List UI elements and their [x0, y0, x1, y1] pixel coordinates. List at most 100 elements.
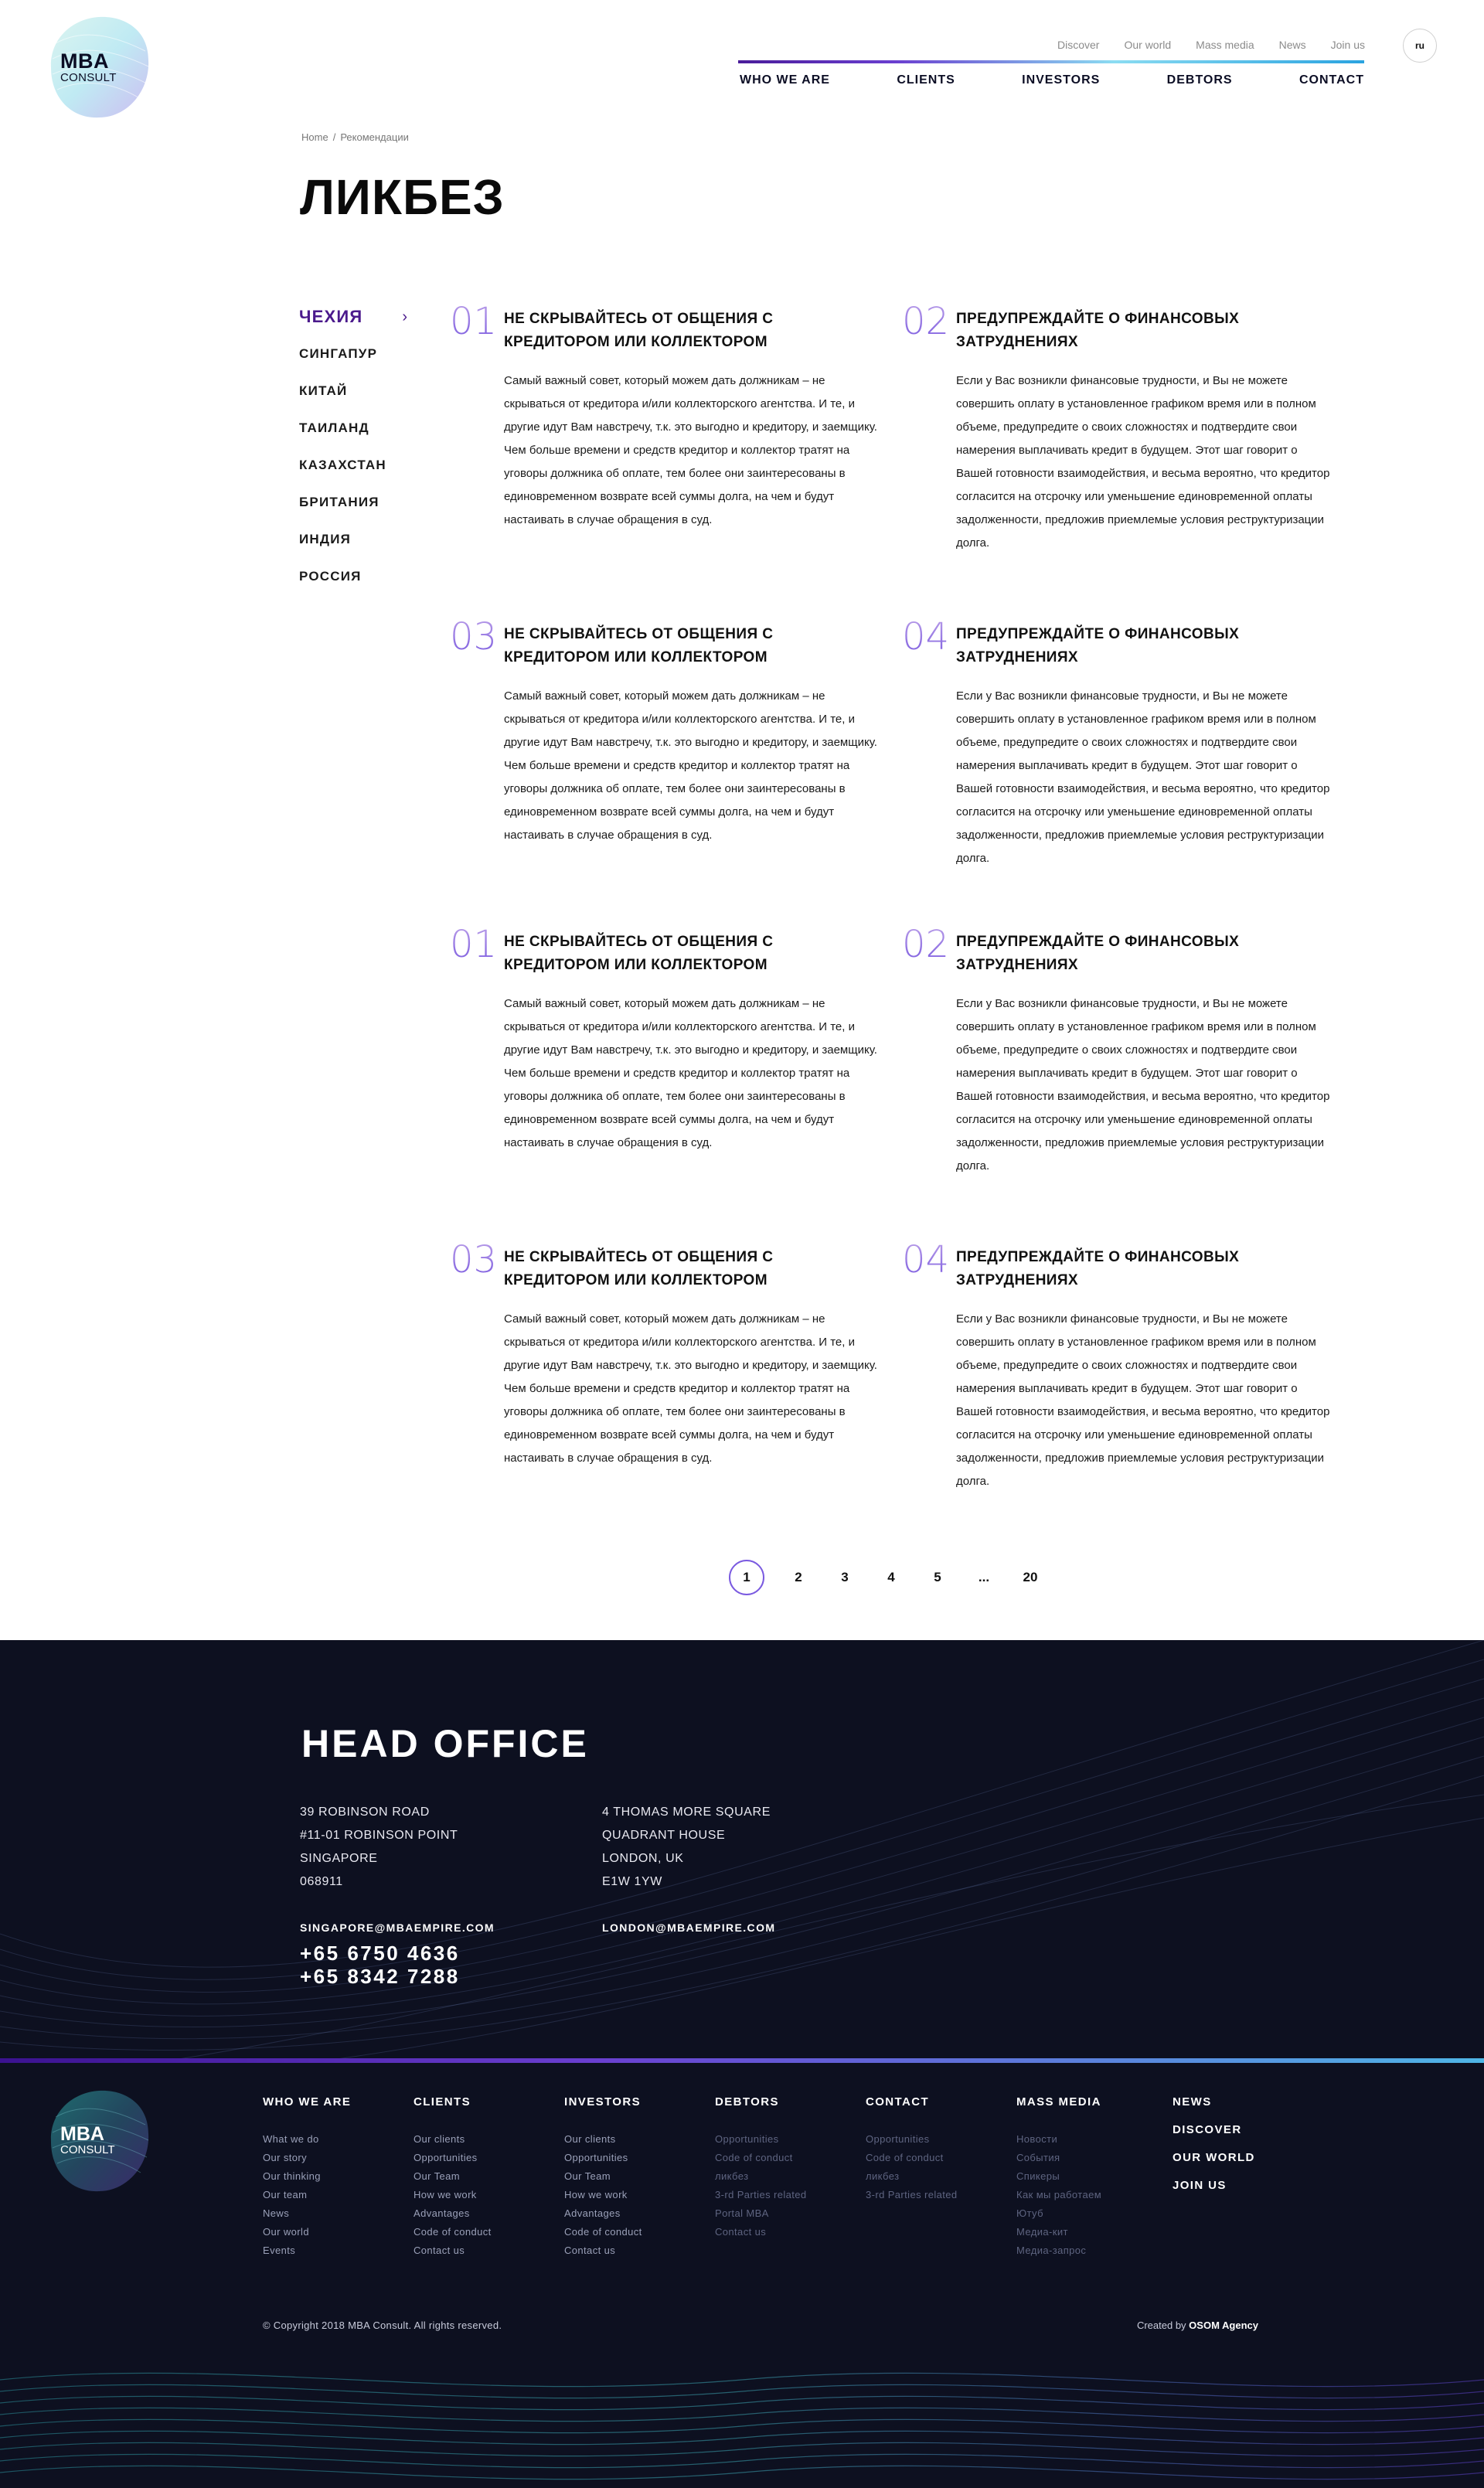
nav-gradient-line: [738, 60, 1364, 63]
mainnav-contact[interactable]: CONTACT: [1299, 73, 1364, 87]
footer-logo[interactable]: MBA CONSULT: [45, 2086, 155, 2196]
footer-link[interactable]: 3-rd Parties related: [715, 2186, 807, 2204]
footer-link[interactable]: Our Team: [564, 2167, 642, 2186]
singapore-email-link[interactable]: SINGAPORE@MBAEMPIRE.COM: [300, 1921, 495, 1934]
footer-link[interactable]: Opportunities: [414, 2149, 492, 2167]
footer-link[interactable]: Contact us: [715, 2223, 807, 2241]
footer-link[interactable]: Code of conduct: [414, 2223, 492, 2241]
page-link-1[interactable]: 1: [729, 1560, 764, 1595]
footer-link-our-world[interactable]: OUR WORLD: [1173, 2151, 1255, 2179]
mainnav-debtors[interactable]: DEBTORS: [1167, 73, 1233, 87]
footer-link[interactable]: Our team: [263, 2186, 351, 2204]
footer-link[interactable]: Opportunities: [866, 2130, 958, 2149]
footer-link[interactable]: Code of conduct: [866, 2149, 958, 2167]
logo[interactable]: MBA CONSULT: [45, 12, 155, 122]
footer-link[interactable]: Ютуб: [1016, 2204, 1101, 2223]
sidebar-item-kazakhstan[interactable]: КАЗАХСТАН: [299, 454, 407, 491]
footer-link[interactable]: Our clients: [564, 2130, 642, 2149]
footer-link[interactable]: Медиа-кит: [1016, 2223, 1101, 2241]
footer-link[interactable]: Code of conduct: [564, 2223, 642, 2241]
main-nav: WHO WE ARE CLIENTS INVESTORS DEBTORS CON…: [740, 73, 1364, 87]
london-address: 4 THOMAS MORE SQUARE QUADRANT HOUSE LOND…: [602, 1801, 771, 1894]
footer-link[interactable]: How we work: [564, 2186, 642, 2204]
sidebar-item-singapore[interactable]: СИНГАПУР: [299, 342, 407, 379]
sidebar-item-china[interactable]: КИТАЙ: [299, 379, 407, 417]
page-link-last[interactable]: 20: [1007, 1560, 1053, 1595]
footer-link-news[interactable]: NEWS: [1173, 2095, 1255, 2123]
topnav-discover[interactable]: Discover: [1057, 39, 1099, 51]
footer-link[interactable]: Our story: [263, 2149, 351, 2167]
page-link-3[interactable]: 3: [822, 1560, 868, 1595]
footer-link[interactable]: Portal MBA: [715, 2204, 807, 2223]
footer-link[interactable]: Спикеры: [1016, 2167, 1101, 2186]
page-link-5[interactable]: 5: [914, 1560, 961, 1595]
tip-card: 04 ПРЕДУПРЕЖДАЙТЕ О ФИНАНСОВЫХ ЗАТРУДНЕН…: [902, 1241, 1335, 1509]
footer-link[interactable]: Opportunities: [564, 2149, 642, 2167]
sidebar-item-thailand[interactable]: ТАИЛАНД: [299, 417, 407, 454]
footer-link-join-us[interactable]: JOIN US: [1173, 2179, 1255, 2207]
card-number: 04: [902, 1238, 950, 1281]
address-line: SINGAPORE: [300, 1852, 378, 1865]
page-link-2[interactable]: 2: [775, 1560, 822, 1595]
footer-link[interactable]: Events: [263, 2241, 351, 2260]
mainnav-who-we-are[interactable]: WHO WE ARE: [740, 73, 830, 87]
card-title: НЕ СКРЫВАЙТЕСЬ ОТ ОБЩЕНИЯ С КРЕДИТОРОМ И…: [504, 311, 774, 350]
logo-subtitle: CONSULT: [60, 71, 117, 84]
footer-link[interactable]: Our world: [263, 2223, 351, 2241]
footer-link[interactable]: Как мы работаем: [1016, 2186, 1101, 2204]
footer-link[interactable]: Advantages: [564, 2204, 642, 2223]
card-title: ПРЕДУПРЕЖДАЙТЕ О ФИНАНСОВЫХ ЗАТРУДНЕНИЯХ: [956, 626, 1240, 665]
footer-link[interactable]: ликбез: [715, 2167, 807, 2186]
footer-link[interactable]: Contact us: [564, 2241, 642, 2260]
page-link-4[interactable]: 4: [868, 1560, 914, 1595]
footer-link[interactable]: Advantages: [414, 2204, 492, 2223]
logo-title: MBA: [60, 2123, 104, 2145]
tip-card: 03 НЕ СКРЫВАЙТЕСЬ ОТ ОБЩЕНИЯ С КРЕДИТОРО…: [450, 618, 883, 870]
card-text: Если у Вас возникли финансовые трудности…: [956, 374, 1330, 550]
footer-link[interactable]: Новости: [1016, 2130, 1101, 2149]
topnav-join-us[interactable]: Join us: [1331, 39, 1365, 51]
footer: MBA CONSULT WHO WE ARE What we do Our st…: [0, 2063, 1484, 2488]
phone-link-1[interactable]: +65 6750 4636: [300, 1942, 460, 1966]
topnav-news[interactable]: News: [1279, 39, 1306, 51]
footer-link[interactable]: News: [263, 2204, 351, 2223]
footer-link[interactable]: 3-rd Parties related: [866, 2186, 958, 2204]
agency-link[interactable]: OSOM Agency: [1189, 2320, 1258, 2331]
topnav-mass-media[interactable]: Mass media: [1196, 39, 1254, 51]
mainnav-clients[interactable]: CLIENTS: [897, 73, 955, 87]
card-number: 01: [450, 300, 498, 343]
tip-card: 02 ПРЕДУПРЕЖДАЙТЕ О ФИНАНСОВЫХ ЗАТРУДНЕН…: [902, 926, 1335, 1193]
sidebar-item-britain[interactable]: БРИТАНИЯ: [299, 491, 407, 528]
phone-link-2[interactable]: +65 8342 7288: [300, 1965, 460, 1989]
london-email-link[interactable]: LONDON@MBAEMPIRE.COM: [602, 1921, 775, 1934]
footer-link[interactable]: ликбез: [866, 2167, 958, 2186]
head-office-section: HEAD OFFICE 39 ROBINSON ROAD #11-01 ROBI…: [0, 1640, 1484, 2063]
card-text: Самый важный совет, который можем дать д…: [504, 1312, 877, 1465]
language-switch-button[interactable]: ru: [1403, 29, 1437, 63]
footer-link[interactable]: Our clients: [414, 2130, 492, 2149]
sidebar-item-czech[interactable]: ЧЕХИЯ: [299, 305, 407, 342]
mainnav-investors[interactable]: INVESTORS: [1022, 73, 1100, 87]
card-title: НЕ СКРЫВАЙТЕСЬ ОТ ОБЩЕНИЯ С КРЕДИТОРОМ И…: [504, 934, 774, 973]
footer-link[interactable]: Our thinking: [263, 2167, 351, 2186]
footer-link[interactable]: Contact us: [414, 2241, 492, 2260]
footer-col-mass-media: MASS MEDIA Новости События Спикеры Как м…: [1016, 2095, 1101, 2260]
page-title: ЛИКБЕЗ: [300, 169, 505, 225]
address-line: LONDON, UK: [602, 1852, 684, 1865]
sidebar-item-india[interactable]: ИНДИЯ: [299, 528, 407, 565]
main-content: ЛИКБЕЗ ЧЕХИЯ › СИНГАПУР КИТАЙ ТАИЛАНД КА…: [0, 131, 1484, 1595]
footer-link[interactable]: Opportunities: [715, 2130, 807, 2149]
address-line: 068911: [300, 1875, 343, 1888]
footer-link[interactable]: What we do: [263, 2130, 351, 2149]
footer-link[interactable]: Our Team: [414, 2167, 492, 2186]
sidebar-item-russia[interactable]: РОССИЯ: [299, 565, 407, 602]
footer-link-discover[interactable]: DISCOVER: [1173, 2123, 1255, 2151]
head-office-title: HEAD OFFICE: [301, 1722, 589, 1765]
footer-link[interactable]: Медиа-запрос: [1016, 2241, 1101, 2260]
topnav-our-world[interactable]: Our world: [1124, 39, 1171, 51]
footer-link[interactable]: How we work: [414, 2186, 492, 2204]
card-title: НЕ СКРЫВАЙТЕСЬ ОТ ОБЩЕНИЯ С КРЕДИТОРОМ И…: [504, 626, 774, 665]
card-text: Если у Вас возникли финансовые трудности…: [956, 689, 1330, 865]
footer-link[interactable]: Code of conduct: [715, 2149, 807, 2167]
footer-link[interactable]: События: [1016, 2149, 1101, 2167]
